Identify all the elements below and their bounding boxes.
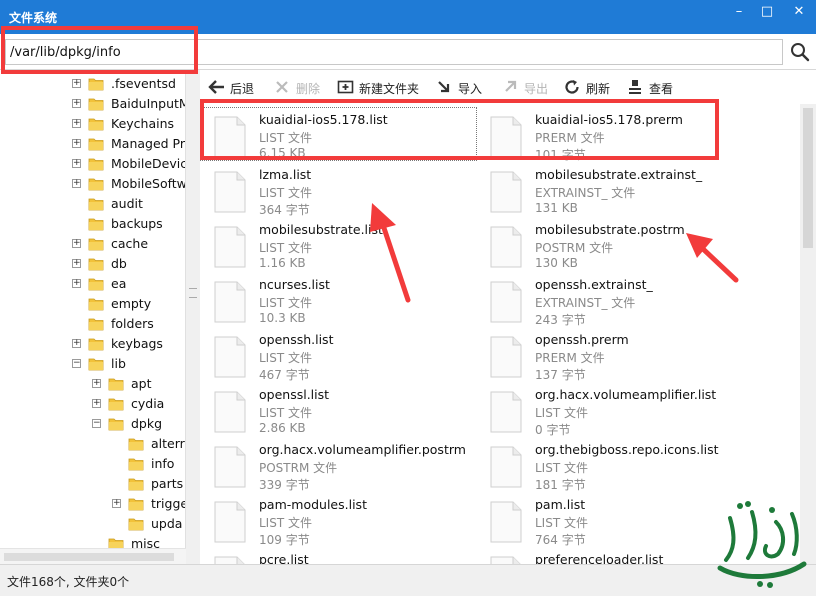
calligraphy-watermark xyxy=(717,501,807,588)
annotation-arrows xyxy=(370,203,739,303)
arrow-annotation-right xyxy=(686,233,739,283)
arrow-annotation-left xyxy=(370,203,411,303)
